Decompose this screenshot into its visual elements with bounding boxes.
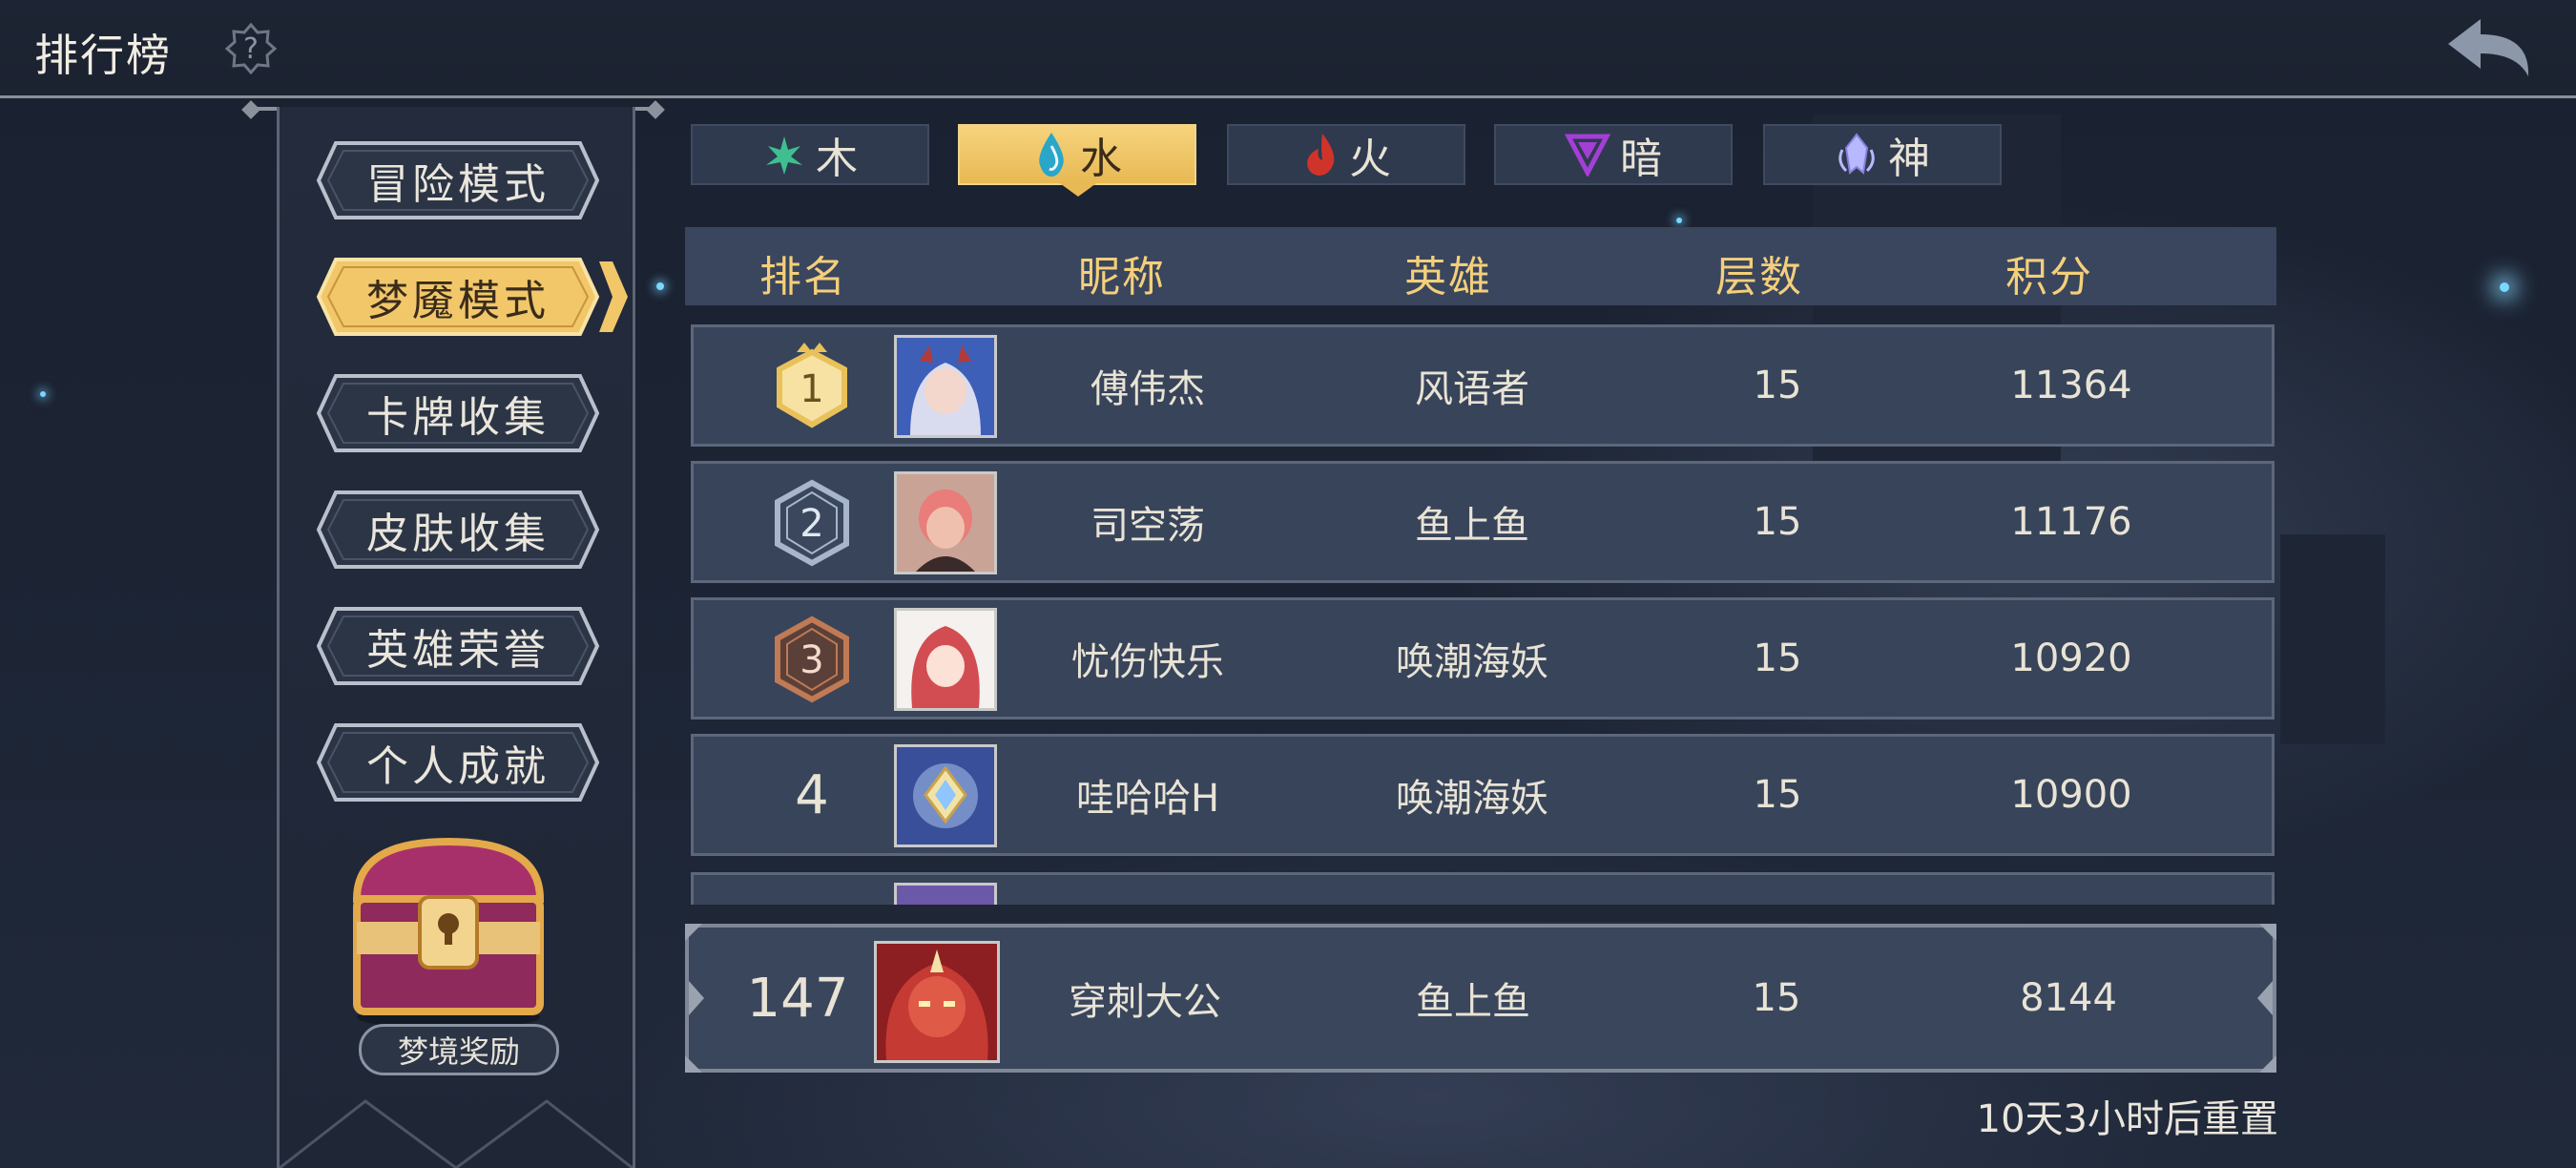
hero-portrait (877, 944, 997, 1060)
mode-label: 梦魇模式 (366, 277, 550, 325)
table-header: 排名 昵称 英雄 层数 积分 (685, 227, 2276, 305)
panel-bottom-decoration (280, 1099, 633, 1168)
hero-avatar (894, 471, 997, 574)
star-decoration (656, 282, 664, 290)
rank-number: 3 (800, 638, 823, 682)
my-hero-avatar (874, 941, 1000, 1063)
floor-count: 15 (1753, 773, 1802, 817)
mode-button-adventure[interactable]: 冒险模式 (315, 139, 601, 221)
score: 8144 (2020, 976, 2117, 1020)
column-header-score: 积分 (2005, 253, 2093, 302)
page-title: 排行榜 (34, 30, 172, 81)
rank-badge-gold: 1 (777, 343, 847, 428)
hero-avatar (894, 335, 997, 438)
star-decoration (2500, 282, 2509, 292)
mode-button-nightmare[interactable]: 梦魇模式 (315, 256, 628, 338)
reset-timer-text: 10天3小时后重置 (1976, 1097, 2278, 1141)
question-icon[interactable]: ? (225, 23, 277, 74)
column-header-rank: 排名 (759, 253, 847, 302)
score: 11176 (2010, 500, 2132, 544)
hero-avatar (894, 608, 997, 711)
player-name: 哇哈哈H (1075, 777, 1220, 821)
leaf-icon (766, 136, 802, 175)
castle-silhouette (2280, 534, 2385, 744)
floor-count: 15 (1753, 636, 1802, 680)
player-name: 司空荡 (1091, 504, 1205, 548)
floor-count: 15 (1753, 500, 1802, 544)
table-row-partial[interactable] (691, 872, 2275, 905)
rank-number: 4 (795, 763, 829, 826)
tab-divine[interactable]: 神 (1763, 124, 2002, 185)
player-name: 傅伟杰 (1091, 367, 1205, 411)
column-header-hero: 英雄 (1404, 253, 1492, 302)
player-name: 忧伤快乐 (1071, 640, 1224, 684)
mode-button-skin-collection[interactable]: 皮肤收集 (315, 489, 601, 571)
hero-avatar (894, 744, 997, 847)
svg-text:?: ? (243, 32, 259, 66)
hero-portrait (897, 747, 994, 845)
hero-portrait (897, 474, 994, 572)
top-bar: 排行榜 ? (0, 0, 2576, 98)
tab-label: 神 (1888, 135, 1930, 183)
back-arrow-icon[interactable] (2442, 13, 2538, 80)
hero-portrait (897, 338, 994, 435)
tab-dark[interactable]: 暗 (1494, 124, 1733, 185)
mode-button-card-collection[interactable]: 卡牌收集 (315, 372, 601, 454)
hero-portrait (897, 611, 994, 708)
mode-label: 英雄荣誉 (366, 626, 550, 675)
star-decoration (40, 391, 46, 397)
hero-name: 唤潮海妖 (1396, 777, 1548, 821)
score: 10900 (2010, 773, 2132, 817)
tab-label: 暗 (1620, 135, 1662, 183)
mode-label: 冒险模式 (366, 160, 550, 209)
hero-avatar (894, 883, 997, 905)
rank-badge-silver: 2 (775, 479, 849, 567)
mode-button-achievements[interactable]: 个人成就 (315, 721, 601, 803)
table-row[interactable]: 4 哇哈哈H 唤潮海妖 15 10900 (691, 734, 2275, 856)
player-name: 穿刺大公 (1069, 980, 1221, 1024)
table-row[interactable]: 1 傅伟杰 风语者 15 11364 (691, 324, 2275, 447)
tab-pointer (1057, 181, 1099, 197)
rank-badge-bronze: 3 (775, 615, 849, 703)
table-row[interactable]: 3 忧伤快乐 唤潮海妖 15 10920 (691, 597, 2275, 720)
mode-label: 皮肤收集 (366, 510, 550, 558)
tab-fire[interactable]: 火 (1227, 124, 1465, 185)
tab-wood[interactable]: 木 (691, 124, 929, 185)
table-row[interactable]: 2 司空荡 鱼上鱼 15 11176 (691, 461, 2275, 583)
treasure-chest-icon[interactable] (343, 830, 553, 1031)
dream-reward-label[interactable]: 梦境奖励 (359, 1024, 559, 1075)
hero-name: 鱼上鱼 (1416, 980, 1530, 1024)
tab-water[interactable]: 水 (958, 124, 1196, 185)
water-drop-icon (1039, 133, 1064, 177)
dark-triangle-icon (1565, 134, 1610, 177)
score: 10920 (2010, 636, 2132, 680)
column-header-floor: 层数 (1715, 253, 1803, 302)
tab-label: 火 (1349, 135, 1391, 183)
rank-number: 1 (800, 367, 823, 411)
rank-number: 2 (800, 502, 823, 546)
divine-crystal-icon (1839, 133, 1875, 175)
my-rank-row[interactable]: 147 穿刺大公 鱼上鱼 15 8144 (685, 924, 2276, 1073)
list-scroll-edge (685, 905, 2280, 922)
star-decoration (1676, 218, 1682, 223)
floor-count: 15 (1753, 364, 1802, 407)
score: 11364 (2010, 364, 2132, 407)
hero-name: 鱼上鱼 (1415, 504, 1529, 548)
tab-label: 水 (1080, 135, 1122, 183)
my-rank-number: 147 (746, 967, 849, 1030)
tab-label: 木 (816, 135, 858, 183)
hero-name: 风语者 (1415, 367, 1529, 411)
mode-label: 卡牌收集 (366, 393, 550, 442)
column-header-nickname: 昵称 (1078, 253, 1166, 302)
mode-label: 个人成就 (366, 742, 550, 791)
hero-name: 唤潮海妖 (1396, 640, 1548, 684)
mode-button-hero-honor[interactable]: 英雄荣誉 (315, 605, 601, 687)
fire-icon (1307, 134, 1335, 176)
floor-count: 15 (1752, 976, 1801, 1020)
